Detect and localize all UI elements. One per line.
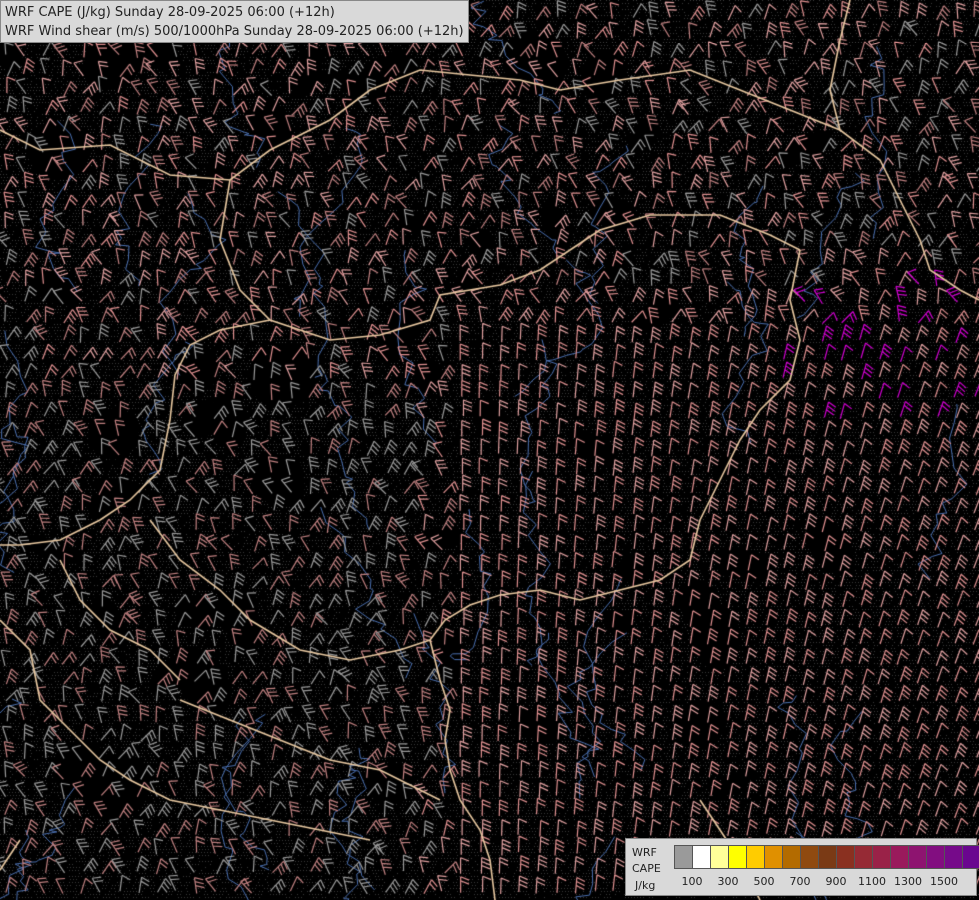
legend-swatch (747, 846, 765, 868)
legend-swatch (729, 846, 747, 868)
legend-tick-label: 1300 (894, 875, 922, 888)
wind-shear-title: WRF Wind shear (m/s) 500/1000hPa Sunday … (5, 24, 464, 39)
legend-swatch (891, 846, 909, 868)
legend-unit-label: J/kg (635, 879, 656, 892)
legend-swatch (873, 846, 891, 868)
legend-swatch (675, 846, 693, 868)
legend-swatch (819, 846, 837, 868)
legend-tick-label: 300 (717, 875, 739, 888)
legend-swatch (801, 846, 819, 868)
legend-tick-labels: 100 300 500 700 900 1100 1300 1500 (674, 875, 964, 891)
legend-swatch (945, 846, 963, 868)
legend-swatch (855, 846, 873, 868)
legend-swatch (909, 846, 927, 868)
legend-swatch (837, 846, 855, 868)
cape-legend: WRF CAPE J/kg 100 300 500 700 900 1100 1300 150… (625, 838, 979, 896)
legend-tick-label: 1100 (858, 875, 886, 888)
legend-swatch (963, 846, 979, 868)
weather-map (0, 0, 979, 900)
map-title-box: WRF CAPE (J/kg) Sunday 28-09-2025 06:00 … (0, 0, 469, 43)
legend-swatch (783, 846, 801, 868)
legend-parameter-label: CAPE (632, 862, 661, 875)
legend-tick-label: 700 (789, 875, 811, 888)
legend-tick-label: 1500 (930, 875, 958, 888)
legend-swatch (711, 846, 729, 868)
legend-tick-label: 500 (753, 875, 775, 888)
legend-color-scale (674, 845, 979, 869)
legend-tick-label: 100 (681, 875, 703, 888)
legend-model-label: WRF (632, 846, 657, 859)
legend-swatch (927, 846, 945, 868)
legend-swatch (765, 846, 783, 868)
legend-swatch (693, 846, 711, 868)
legend-tick-label: 900 (825, 875, 847, 888)
cape-title: WRF CAPE (J/kg) Sunday 28-09-2025 06:00 … (5, 5, 335, 20)
